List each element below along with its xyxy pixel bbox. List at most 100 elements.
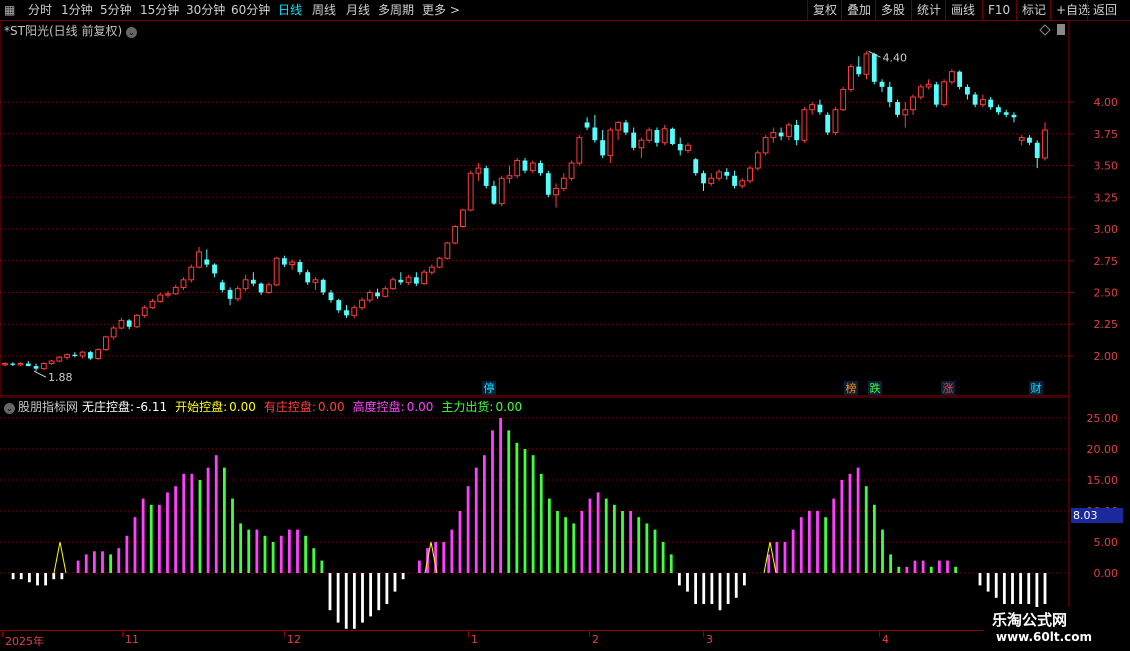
dropdown-icon[interactable]: ⌄ bbox=[125, 27, 137, 38]
indicator-bar bbox=[320, 560, 324, 573]
toolbar-tab-2[interactable]: 5分钟 bbox=[100, 0, 132, 20]
indicator-bar bbox=[442, 542, 446, 573]
watermark-title: 乐淘公式网 bbox=[992, 611, 1068, 629]
candle bbox=[444, 241, 451, 260]
candle bbox=[670, 127, 675, 146]
candle bbox=[568, 160, 575, 181]
toolbar-tab-6[interactable]: 日线 bbox=[278, 0, 302, 20]
candle bbox=[56, 355, 63, 363]
candle bbox=[832, 107, 839, 136]
indicator-chart[interactable]: 25.0020.0015.0010.005.000.00 bbox=[0, 397, 1130, 630]
toolbar-tab-7[interactable]: 周线 bbox=[312, 0, 336, 20]
candle bbox=[102, 335, 109, 351]
candle bbox=[498, 175, 505, 207]
period-toolbar: 分时 1分钟 5分钟 15分钟 30分钟 60分钟 日线 周线 月线 多周期 更多 > ▦ 复权 叠加 多股… bbox=[0, 0, 1130, 21]
indicator-axis-label: 15.00 bbox=[1087, 474, 1119, 487]
indicator-bar bbox=[206, 467, 210, 573]
date-axis-label: 2 bbox=[592, 633, 599, 646]
indicator-bar bbox=[312, 548, 316, 573]
toolbar-tab-9[interactable]: 多周期 bbox=[378, 0, 414, 20]
indicator-axis-label: 5.00 bbox=[1094, 536, 1119, 549]
legend-value: 0.00 bbox=[229, 400, 256, 414]
indicator-bar bbox=[361, 573, 364, 623]
indicator-bar bbox=[19, 573, 23, 580]
candle bbox=[840, 86, 847, 111]
date-tick bbox=[589, 631, 590, 637]
price-axis-label: 2.75 bbox=[1094, 255, 1119, 268]
indicator-bar bbox=[369, 573, 373, 617]
toolbar-button-5[interactable]: F10 bbox=[982, 0, 1015, 20]
toolbar-tab-5[interactable]: 60分钟 bbox=[231, 0, 270, 20]
toolbar-button-1[interactable]: 叠加 bbox=[841, 0, 876, 20]
indicator-bar bbox=[669, 554, 673, 573]
date-axis-label: 3 bbox=[706, 633, 713, 646]
indicator-bar bbox=[718, 573, 722, 611]
toolbar-button-2[interactable]: 多股 bbox=[875, 0, 910, 20]
candle bbox=[988, 97, 994, 110]
indicator-legend-item: 主力出货: 0.00 bbox=[441, 400, 526, 414]
indicator-legend-item: 高度控盘: 0.00 bbox=[353, 400, 438, 414]
date-tick bbox=[703, 631, 704, 637]
indicator-legend: ⌄ 股朋指标网 无庄控盘: -6.11 开始控盘: 0.00 有庄控盘: 0.00 高度控盘: 0… bbox=[4, 398, 530, 415]
indicator-bar bbox=[612, 504, 616, 573]
indicator-dropdown-icon[interactable]: ⌄ bbox=[4, 403, 15, 414]
legend-label: 无庄控盘: bbox=[82, 400, 135, 414]
candlestick-chart[interactable]: 4.00 3.75 3.50 3.25 3.00 2.75 2.50 2.25 2.00 4.40… bbox=[0, 20, 1130, 397]
indicator-bar bbox=[653, 529, 657, 573]
candle bbox=[910, 94, 916, 115]
event-badge: 停 bbox=[484, 381, 495, 395]
candle bbox=[118, 317, 125, 330]
candle bbox=[1042, 122, 1048, 161]
toolbar-tab-4[interactable]: 30分钟 bbox=[186, 0, 225, 20]
diamond-icon[interactable] bbox=[1039, 24, 1051, 36]
indicator-bar bbox=[531, 455, 535, 573]
toolbar-menu-icon[interactable]: ▦ bbox=[4, 0, 15, 20]
candle bbox=[972, 91, 978, 108]
toolbar-tab-10[interactable]: 更多 > bbox=[422, 0, 460, 20]
indicator-bar bbox=[848, 473, 852, 573]
candle bbox=[856, 56, 862, 77]
indicator-bar bbox=[702, 573, 706, 604]
indicator-bar bbox=[11, 573, 15, 580]
candle bbox=[188, 264, 195, 283]
panel-toggle-icon[interactable] bbox=[1057, 24, 1065, 35]
toolbar-tab-1[interactable]: 1分钟 bbox=[61, 0, 93, 20]
toolbar-tab-8[interactable]: 月线 bbox=[346, 0, 370, 20]
indicator-bar bbox=[385, 573, 389, 604]
candle bbox=[212, 263, 217, 278]
candle bbox=[933, 81, 939, 108]
indicator-bar bbox=[328, 573, 332, 611]
toolbar-button-6[interactable]: 标记 bbox=[1016, 0, 1051, 20]
indicator-bar bbox=[556, 511, 559, 573]
indicator-bar bbox=[279, 535, 283, 573]
legend-label: 主力出货: bbox=[441, 400, 494, 414]
candle bbox=[17, 362, 24, 367]
indicator-bar bbox=[677, 573, 681, 586]
candle bbox=[732, 170, 737, 189]
date-axis-label: 11 bbox=[125, 633, 139, 646]
indicator-bar bbox=[946, 560, 949, 573]
candle bbox=[40, 362, 47, 370]
toolbar-button-8[interactable]: 返回 bbox=[1087, 0, 1122, 20]
indicator-bar bbox=[686, 573, 689, 592]
indicator-bar bbox=[783, 542, 787, 573]
indicator-bar bbox=[182, 473, 186, 573]
toolbar-button-4[interactable]: 画线 bbox=[945, 0, 980, 20]
legend-label: 开始控盘: bbox=[175, 400, 228, 414]
low-pointer bbox=[33, 370, 47, 378]
indicator-bar bbox=[515, 442, 519, 573]
indicator-bar bbox=[767, 554, 771, 573]
toolbar-tab-3[interactable]: 15分钟 bbox=[140, 0, 179, 20]
candle bbox=[48, 359, 55, 365]
indicator-bar bbox=[190, 473, 194, 573]
indicator-axis-label: 0.00 bbox=[1094, 567, 1119, 580]
toolbar-button-3[interactable]: 统计 bbox=[911, 0, 946, 20]
candle bbox=[157, 292, 164, 303]
stock-title: *ST阳光(日线 前复权) ⌄ bbox=[4, 22, 137, 39]
toolbar-tab-0[interactable]: 分时 bbox=[28, 0, 52, 20]
indicator-bar bbox=[287, 529, 291, 573]
indicator-bar bbox=[596, 492, 600, 573]
candle bbox=[762, 135, 769, 156]
indicator-bar bbox=[694, 573, 698, 604]
toolbar-button-0[interactable]: 复权 bbox=[807, 0, 842, 20]
